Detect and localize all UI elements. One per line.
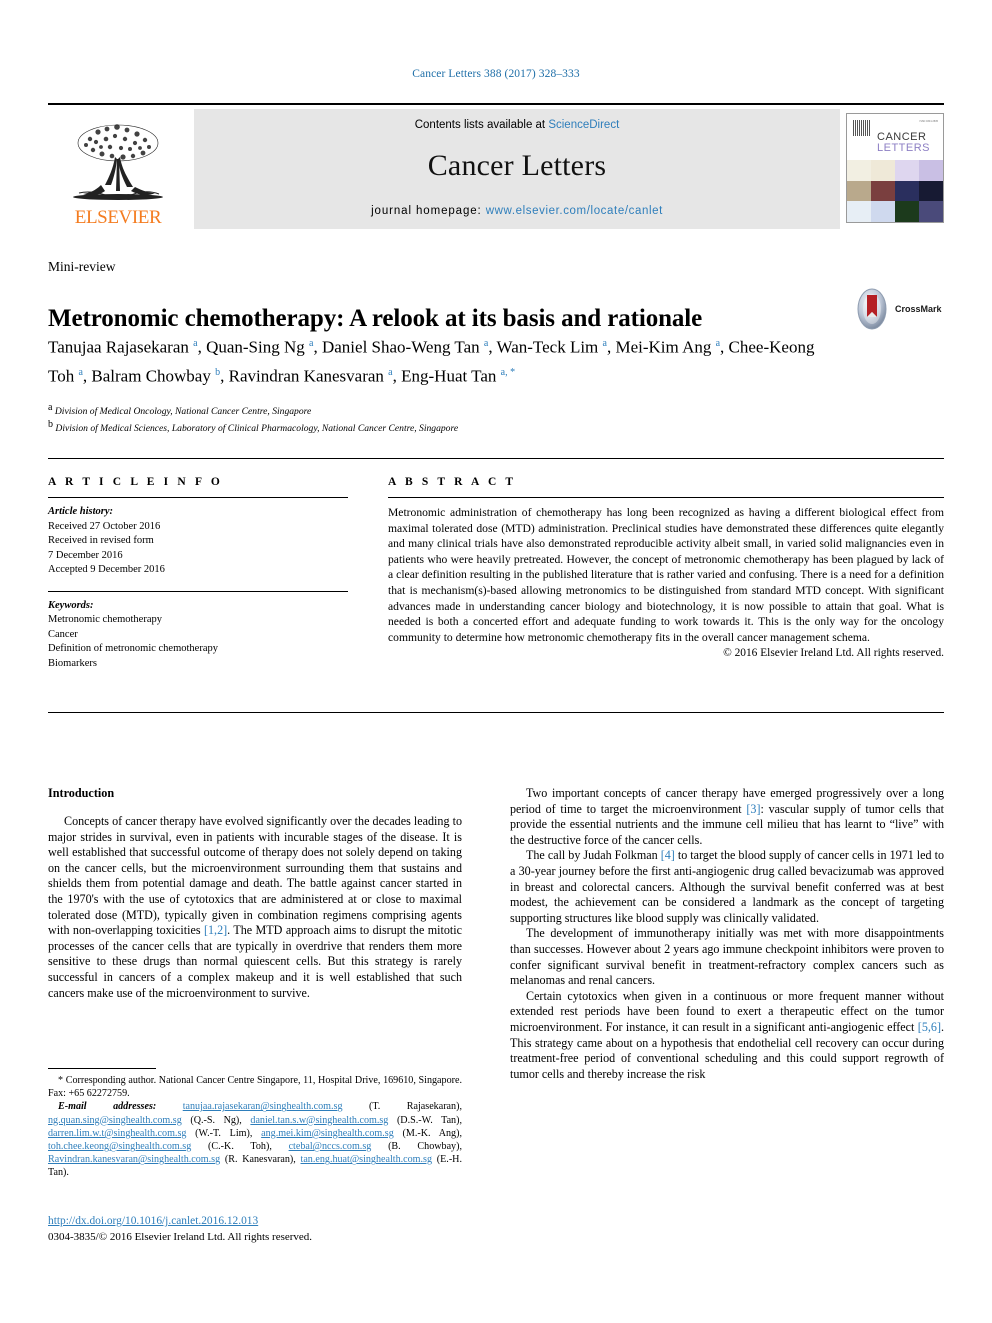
crossmark-label: CrossMark bbox=[895, 304, 942, 314]
info-block-bottom-rule bbox=[48, 712, 944, 713]
article-history-label: Article history: bbox=[48, 506, 114, 517]
journal-band: Contents lists available at ScienceDirec… bbox=[194, 109, 840, 229]
history-line: Received in revised form bbox=[48, 535, 154, 546]
homepage-url-link[interactable]: www.elsevier.com/locate/canlet bbox=[486, 205, 663, 217]
footnote-block: * Corresponding author. National Cancer … bbox=[48, 1074, 462, 1180]
keyword-item: Metronomic chemotherapy bbox=[48, 614, 163, 625]
paragraph: Concepts of cancer therapy have evolved … bbox=[48, 814, 462, 1000]
journal-title: Cancer Letters bbox=[427, 149, 607, 182]
corresponding-author-text: * Corresponding author. National Cancer … bbox=[48, 1075, 462, 1100]
email-owner-name: (D.S.-W. Tan) bbox=[396, 1114, 460, 1126]
affiliation-list: a Division of Medical Oncology, National… bbox=[48, 402, 748, 435]
email-link[interactable]: daniel.tan.s.w@singhealth.com.sg bbox=[250, 1115, 388, 1126]
email-addresses-label: E-mail addresses: bbox=[58, 1101, 157, 1113]
keyword-item: Cancer bbox=[48, 628, 78, 640]
email-owner-name: (W.-T. Lim) bbox=[195, 1127, 250, 1139]
email-link[interactable]: ctebal@nccs.com.sg bbox=[289, 1141, 372, 1152]
page-title: Metronomic chemotherapy: A relook at its… bbox=[48, 304, 703, 332]
paragraph: The call by Judah Folkman [4] to target … bbox=[510, 848, 944, 925]
cover-barcode-icon bbox=[853, 120, 871, 136]
email-owner-name: (Q.-S. Ng) bbox=[190, 1114, 240, 1126]
abstract-column: A B S T R A C T Metronomic administratio… bbox=[388, 476, 944, 659]
email-owner-name: (C.-K. Toh) bbox=[208, 1141, 270, 1153]
corresponding-author-note: * Corresponding author. National Cancer … bbox=[48, 1074, 462, 1100]
footnote-rule bbox=[48, 1068, 156, 1069]
body-column-left: Introduction Concepts of cancer therapy … bbox=[48, 786, 462, 1001]
elsevier-tree-icon bbox=[73, 124, 163, 200]
email-link[interactable]: darren.lim.w.t@singhealth.com.sg bbox=[48, 1128, 186, 1139]
cover-name-line2: LETTERS bbox=[877, 142, 931, 154]
sciencedirect-link[interactable]: ScienceDirect bbox=[548, 119, 619, 131]
journal-article-page: Cancer Letters 388 (2017) 328–333 ELSEVI… bbox=[0, 0, 992, 1323]
email-link[interactable]: ang.mei.kim@singhealth.com.sg bbox=[261, 1128, 394, 1139]
journal-masthead: ELSEVIER Contents lists available at Sci… bbox=[48, 103, 944, 229]
history-line: Accepted 9 December 2016 bbox=[48, 564, 165, 575]
email-link[interactable]: Ravindran.kanesvaran@singhealth.com.sg bbox=[48, 1154, 220, 1165]
homepage-label: journal homepage: bbox=[371, 205, 486, 217]
info-divider-2 bbox=[48, 590, 348, 592]
email-link[interactable]: tan.eng.huat@singhealth.com.sg bbox=[301, 1154, 433, 1165]
email-link[interactable]: toh.chee.keong@singhealth.com.sg bbox=[48, 1141, 191, 1152]
paragraph: Two important concepts of cancer therapy… bbox=[510, 786, 944, 847]
contents-available-line: Contents lists available at ScienceDirec… bbox=[415, 119, 620, 131]
info-divider-1 bbox=[48, 497, 348, 498]
cover-image-grid bbox=[847, 160, 943, 222]
info-block-top-rule bbox=[48, 458, 944, 459]
affiliation-b-text: Division of Medical Sciences, Laboratory… bbox=[55, 422, 459, 434]
contents-prefix: Contents lists available at bbox=[414, 119, 549, 131]
running-head: Cancer Letters 388 (2017) 328–333 bbox=[412, 68, 580, 80]
crossmark-badge[interactable]: CrossMark bbox=[852, 285, 944, 333]
doi-link[interactable]: http://dx.doi.org/10.1016/j.canlet.2016.… bbox=[48, 1213, 468, 1229]
issn-copyright-line: 0304-3835/© 2016 Elsevier Ireland Ltd. A… bbox=[48, 1231, 313, 1243]
elsevier-wordmark: ELSEVIER bbox=[74, 207, 162, 228]
keyword-item: Biomarkers bbox=[48, 657, 97, 669]
paragraph: Certain cytotoxics when given in a conti… bbox=[510, 988, 944, 1081]
cover-journal-name: CANCER LETTERS bbox=[877, 132, 930, 154]
email-link[interactable]: tanujaa.rajasekaran@singhealth.com.sg bbox=[183, 1101, 343, 1112]
article-type-label: Mini-review bbox=[48, 259, 116, 274]
abstract-divider bbox=[388, 497, 944, 498]
section-heading-introduction: Introduction bbox=[48, 786, 115, 800]
paragraph: The development of immunotherapy initial… bbox=[510, 926, 944, 988]
keyword-item: Definition of metronomic chemotherapy bbox=[48, 643, 218, 654]
body-column-right: Two important concepts of cancer therapy… bbox=[510, 786, 944, 1082]
affiliation-b: b Division of Medical Sciences, Laborato… bbox=[48, 418, 459, 434]
doi-block: http://dx.doi.org/10.1016/j.canlet.2016.… bbox=[48, 1213, 468, 1245]
cover-issue-text: ISSN 0304-3835 bbox=[919, 120, 939, 123]
elsevier-logo: ELSEVIER bbox=[48, 109, 188, 229]
history-line: 7 December 2016 bbox=[48, 549, 123, 561]
journal-cover-thumbnail: ISSN 0304-3835 CANCER LETTERS bbox=[846, 113, 944, 223]
abstract-text: Metronomic administration of chemotherap… bbox=[388, 506, 944, 644]
affiliation-a: a Division of Medical Oncology, National… bbox=[48, 402, 312, 418]
history-line: Received 27 October 2016 bbox=[48, 520, 161, 532]
journal-homepage-line: journal homepage: www.elsevier.com/locat… bbox=[371, 205, 663, 217]
article-info-heading: A R T I C L E I N F O bbox=[48, 476, 223, 488]
keywords-label: Keywords: bbox=[48, 599, 94, 611]
abstract-heading: A B S T R A C T bbox=[388, 476, 517, 488]
email-addresses-note: E-mail addresses: tanujaa.rajasekaran@si… bbox=[48, 1101, 462, 1179]
email-owner-name: (M.-K. Ang) bbox=[402, 1127, 460, 1139]
email-owner-name: (R. Kanesvaran) bbox=[224, 1154, 294, 1166]
affiliation-a-text: Division of Medical Oncology, National C… bbox=[54, 406, 312, 418]
article-info-column: A R T I C L E I N F O Article history: R… bbox=[48, 476, 348, 671]
keywords-block: Keywords: Metronomic chemotherapy Cancer… bbox=[48, 590, 348, 672]
crossmark-icon bbox=[857, 288, 887, 330]
abstract-copyright: © 2016 Elsevier Ireland Ltd. All rights … bbox=[723, 647, 944, 660]
author-list: Tanujaa Rajasekaran a, Quan-Sing Ng a, D… bbox=[48, 337, 815, 386]
email-owner-name: (T. Rajasekaran) bbox=[369, 1101, 460, 1113]
email-link[interactable]: ng.quan.sing@singhealth.com.sg bbox=[48, 1115, 182, 1126]
email-owner-name: (B. Chowbay) bbox=[388, 1141, 460, 1153]
